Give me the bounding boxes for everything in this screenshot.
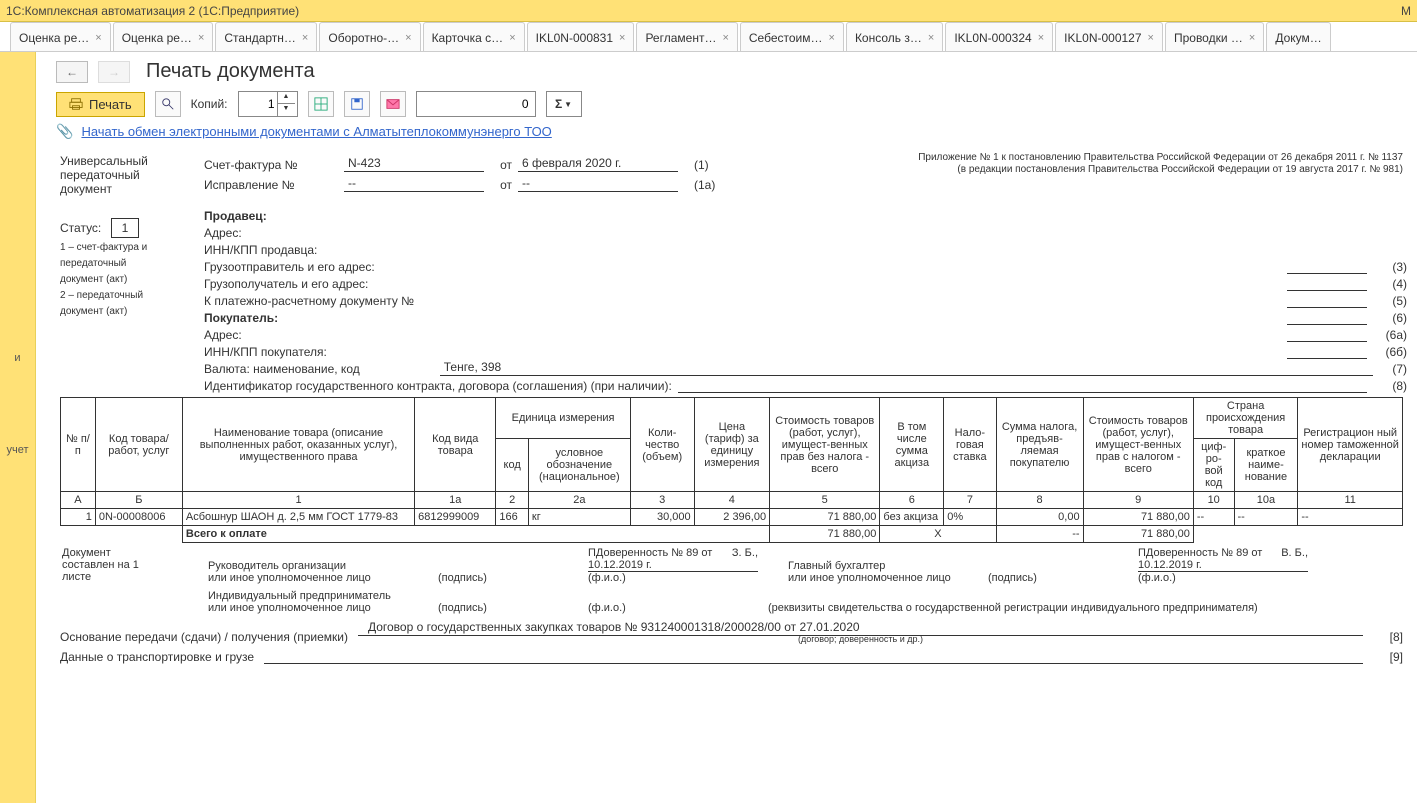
copies-input[interactable] bbox=[239, 97, 277, 111]
copies-label: Копий: bbox=[191, 97, 228, 111]
tab-0[interactable]: Оценка ре…× bbox=[10, 22, 111, 51]
doc-pages: Документсоставлен на 1листе bbox=[60, 547, 198, 614]
title-bar: 1С:Комплексная автоматизация 2 (1С:Предп… bbox=[0, 0, 1417, 22]
left-rail: и учет bbox=[0, 52, 36, 803]
sum-input[interactable] bbox=[416, 91, 536, 117]
status-box: 1 bbox=[111, 218, 140, 238]
m-indicator: M bbox=[1401, 4, 1411, 18]
floppy-icon bbox=[350, 97, 364, 111]
tab-10[interactable]: IKL0N-000127× bbox=[1055, 22, 1163, 51]
invoice-date: 6 февраля 2020 г. bbox=[518, 156, 678, 172]
tab-close-icon[interactable]: × bbox=[95, 32, 101, 44]
printer-icon bbox=[69, 97, 83, 111]
sidebar-info: Универсальный передаточный документ Стат… bbox=[56, 150, 194, 393]
tab-close-icon[interactable]: × bbox=[1038, 32, 1044, 44]
attachment-icon: 📎 bbox=[56, 123, 73, 140]
envelope-icon bbox=[386, 97, 400, 111]
nav-forward-button[interactable]: → bbox=[98, 61, 130, 83]
magnifier-icon bbox=[161, 97, 175, 111]
tab-1[interactable]: Оценка ре…× bbox=[113, 22, 214, 51]
tab-3[interactable]: Оборотно-…× bbox=[319, 22, 420, 51]
tab-5[interactable]: IKL0N-000831× bbox=[527, 22, 635, 51]
rail-a: и bbox=[14, 352, 20, 364]
grid-icon bbox=[314, 97, 328, 111]
tab-close-icon[interactable]: × bbox=[1249, 32, 1255, 44]
spin-up[interactable]: ▲ bbox=[277, 92, 295, 104]
table-options-button[interactable] bbox=[308, 91, 334, 117]
table-row[interactable]: 10N-00008006Асбошнур ШАОН д. 2,5 мм ГОСТ… bbox=[61, 509, 1403, 526]
sigma-button[interactable]: Σ▼ bbox=[546, 91, 582, 117]
tab-close-icon[interactable]: × bbox=[829, 32, 835, 44]
rail-b: учет bbox=[6, 444, 28, 456]
toolbar: Печать Копий: ▲▼ Σ▼ bbox=[56, 91, 1407, 117]
tab-8[interactable]: Консоль з…× bbox=[846, 22, 943, 51]
spin-down[interactable]: ▼ bbox=[277, 104, 295, 116]
save-button[interactable] bbox=[344, 91, 370, 117]
transport-label: Данные о транспортировке и грузе bbox=[60, 650, 254, 664]
tab-close-icon[interactable]: × bbox=[722, 32, 728, 44]
basis-label: Основание передачи (сдачи) / получения (… bbox=[60, 630, 348, 644]
app-title: 1С:Комплексная автоматизация 2 (1С:Предп… bbox=[6, 4, 299, 18]
nav-back-button[interactable]: ← bbox=[56, 61, 88, 83]
tab-9[interactable]: IKL0N-000324× bbox=[945, 22, 1053, 51]
invoice-number: N-423 bbox=[344, 156, 484, 172]
tab-2[interactable]: Стандартн…× bbox=[215, 22, 317, 51]
preview-button[interactable] bbox=[155, 91, 181, 117]
items-table: № п/п Код товара/ работ, услуг Наименова… bbox=[60, 397, 1403, 543]
page-title: Печать документа bbox=[146, 60, 315, 83]
tab-7[interactable]: Себестоим…× bbox=[740, 22, 844, 51]
tab-close-icon[interactable]: × bbox=[928, 32, 934, 44]
tab-4[interactable]: Карточка с…× bbox=[423, 22, 525, 51]
appendix-text: Приложение № 1 к постановлению Правитель… bbox=[918, 152, 1403, 176]
tab-close-icon[interactable]: × bbox=[302, 32, 308, 44]
currency: Тенге, 398 bbox=[440, 360, 1373, 376]
print-button[interactable]: Печать bbox=[56, 92, 145, 117]
tabs-row: Оценка ре…×Оценка ре…×Стандартн…×Оборотн… bbox=[0, 22, 1417, 52]
tab-close-icon[interactable]: × bbox=[619, 32, 625, 44]
tab-close-icon[interactable]: × bbox=[509, 32, 515, 44]
tab-6[interactable]: Регламент…× bbox=[636, 22, 737, 51]
edi-link[interactable]: Начать обмен электронными документами с … bbox=[81, 124, 551, 139]
tab-close-icon[interactable]: × bbox=[1148, 32, 1154, 44]
tab-close-icon[interactable]: × bbox=[405, 32, 411, 44]
tab-12[interactable]: Докум… bbox=[1266, 22, 1330, 51]
email-button[interactable] bbox=[380, 91, 406, 117]
copies-spinner[interactable]: ▲▼ bbox=[238, 91, 298, 117]
tab-close-icon[interactable]: × bbox=[198, 32, 204, 44]
tab-11[interactable]: Проводки …× bbox=[1165, 22, 1264, 51]
